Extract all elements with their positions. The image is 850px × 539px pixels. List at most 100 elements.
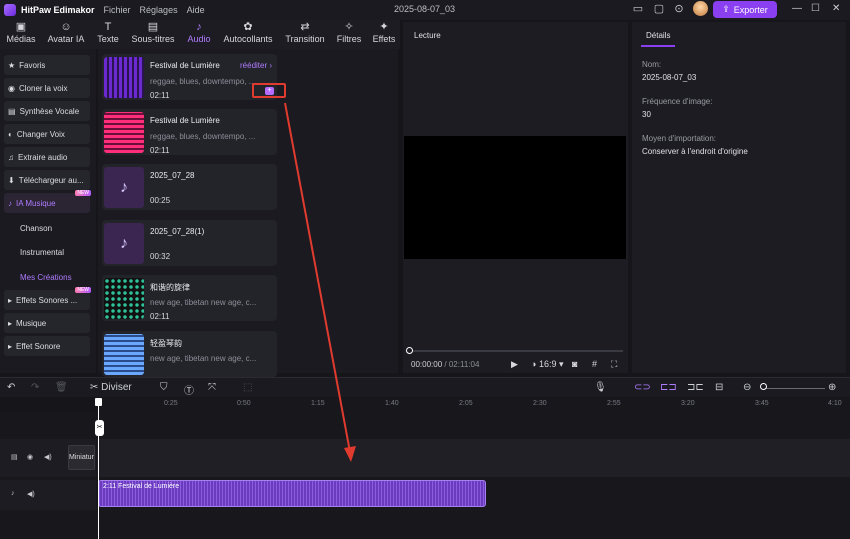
tts-icon: ▤ [8, 106, 16, 116]
snapshot-icon[interactable]: ◙ [572, 359, 577, 369]
split-label: Diviser [101, 382, 132, 393]
avatar-icon: ☺ [60, 21, 72, 33]
audio-list: Festival de Lumière rééditer › reggae, b… [98, 49, 398, 377]
close-icon[interactable]: ✕ [832, 3, 840, 14]
sidebar-item-changer-voix[interactable]: ◐ Changer Voix [4, 124, 90, 144]
new-badge: NEW [75, 190, 91, 196]
tab-sous-titres[interactable]: ▤ Sous-titres [129, 21, 177, 44]
aspect-ratio-dropdown[interactable]: ◑ 16:9 ▾ [531, 359, 564, 370]
download-icon: ⬇ [8, 175, 15, 185]
tab-texte[interactable]: T Texte [95, 21, 121, 44]
sidebar-item-chanson[interactable]: Chanson [4, 218, 90, 238]
tab-label: Sous-titres [131, 34, 175, 44]
add-to-timeline-button[interactable]: + [252, 83, 286, 98]
tab-filtres[interactable]: ✧ Filtres [335, 21, 363, 44]
timeline-ruler[interactable]: 0:25 0:50 1:15 1:40 2:05 2:30 2:55 3:20 … [97, 398, 850, 412]
minimize-icon[interactable]: — [792, 3, 802, 14]
snap-icon[interactable]: ⊐⊏ [687, 382, 704, 393]
magnet-icon[interactable]: ⊏⊐ [660, 382, 677, 393]
sidebar-item-label: Chanson [20, 223, 53, 233]
details-panel: Détails Nom: 2025-08-07_03 Fréquence d'i… [632, 22, 846, 373]
sidebar-item-instrumental[interactable]: Instrumental [4, 242, 90, 262]
list-item[interactable]: ♪ 2025_07_28 00:25 [102, 164, 277, 210]
scissors-icon[interactable]: ✂ [95, 420, 104, 436]
layout-icon[interactable]: ▭ [631, 2, 645, 16]
preview-label: Lecture [414, 31, 441, 40]
shield-icon[interactable]: ⛉ [160, 382, 168, 393]
menu-reglages[interactable]: Réglages [140, 5, 178, 15]
track-layer-icon[interactable]: ▤ [11, 453, 18, 461]
zoom-in-icon[interactable]: ⊕ [828, 382, 836, 393]
feedback-icon[interactable]: ▢ [652, 2, 666, 16]
tab-label: Effets [372, 34, 396, 44]
sidebar-item-favoris[interactable]: ★ Favoris [4, 55, 90, 75]
split-button[interactable]: ✂ Diviser [90, 382, 132, 393]
project-title: 2025-08-07_03 [394, 4, 456, 14]
export-clip-icon[interactable]: ⬚ [243, 382, 252, 393]
preview-scrubber[interactable] [406, 347, 623, 354]
timeline-tracks: ▤ ◉ ◀) ♪ ◀) [0, 412, 850, 539]
tab-effets[interactable]: ✦ Effets [370, 21, 398, 44]
sidebar-item-extraire-audio[interactable]: ♫ Extraire audio [4, 147, 90, 167]
reedit-link[interactable]: rééditer › [240, 61, 272, 70]
scrubber-handle[interactable] [406, 347, 413, 354]
sidebar-item-synthese-vocale[interactable]: ▤ Synthèse Vocale [4, 101, 90, 121]
ruler-tick: 4:10 [828, 400, 842, 407]
tab-medias[interactable]: ▣ Médias [4, 21, 38, 44]
video-track[interactable] [97, 439, 850, 477]
tab-autocollants[interactable]: ✿ Autocollants [221, 21, 275, 44]
text-icon[interactable]: Ⓣ [184, 382, 194, 397]
menu-aide[interactable]: Aide [187, 5, 205, 15]
sidebar-item-label: Synthèse Vocale [19, 106, 80, 116]
zoom-slider[interactable] [765, 388, 825, 389]
download-icon[interactable]: ⊙ [672, 2, 686, 16]
list-item[interactable]: 轻盈琴韵 new age, tibetan new age, c... [102, 331, 277, 377]
tab-label: Avatar IA [47, 34, 85, 44]
play-icon[interactable]: ▶ [511, 359, 518, 370]
sidebar-item-label: Favoris [19, 60, 46, 70]
grid-icon[interactable]: # [592, 359, 597, 369]
zoom-slider-handle[interactable] [760, 383, 767, 390]
link-icon[interactable]: ⊂⊃ [634, 382, 651, 393]
playhead-handle[interactable] [95, 398, 102, 406]
audio-clip[interactable]: 2:11 Festival de Lumière [98, 480, 486, 507]
effects-icon: ✦ [379, 21, 389, 33]
microphone-icon[interactable]: 🎙 [594, 382, 607, 393]
tab-avatar-ia[interactable]: ☺ Avatar IA [45, 21, 87, 44]
caret-right-icon: ▸ [8, 318, 13, 328]
ruler-tick: 2:05 [459, 400, 473, 407]
audio-track-header: ♪ ◀) [0, 480, 96, 510]
text-clip[interactable]: Miniatur [68, 445, 95, 470]
volume-icon[interactable]: ◀) [27, 490, 35, 498]
list-item[interactable]: Festival de Lumière rééditer › reggae, b… [102, 54, 286, 100]
sidebar-item-effet-sonore[interactable]: ▸ Effet Sonore [4, 336, 90, 356]
video-canvas[interactable] [404, 136, 626, 259]
redo-icon[interactable]: ↷ [31, 382, 39, 393]
sidebar-item-musique[interactable]: ▸ Musique [4, 313, 90, 333]
list-item[interactable]: ♪ 2025_07_28(1) 00:32 [102, 220, 277, 266]
microphone-icon: ♫ [8, 152, 14, 162]
fullscreen-icon[interactable]: ⛶ [611, 359, 617, 370]
tab-transition[interactable]: ⇄ Transition [284, 21, 326, 44]
sidebar-item-telechargeur[interactable]: ⬇ Téléchargeur au... [4, 170, 90, 190]
avatar[interactable] [693, 1, 708, 16]
sidebar-item-cloner-voix[interactable]: ◉ Cloner la voix [4, 78, 90, 98]
ripple-icon[interactable]: ⊟ [715, 382, 723, 393]
maximize-icon[interactable]: ☐ [811, 3, 820, 14]
list-item[interactable]: Festival de Lumière reggae, blues, downt… [102, 109, 277, 155]
eye-icon[interactable]: ◉ [27, 453, 33, 461]
sidebar-item-effets-sonores[interactable]: ▸ Effets Sonores ... NEW [4, 287, 91, 310]
sidebar-item-mes-creations[interactable]: Mes Créations [4, 267, 90, 287]
undo-icon[interactable]: ↶ [7, 382, 15, 393]
tab-audio[interactable]: ♪ Audio [185, 21, 213, 44]
volume-icon[interactable]: ◀) [44, 453, 52, 461]
zoom-out-icon[interactable]: ⊖ [743, 382, 751, 393]
tab-details[interactable]: Détails [641, 27, 676, 47]
export-button[interactable]: ⇪ Exporter [713, 1, 777, 18]
menu-fichier[interactable]: Fichier [104, 5, 131, 15]
detail-label: Moyen d'importation: [642, 134, 717, 143]
crop-icon[interactable]: ⤧ [208, 382, 216, 393]
delete-icon[interactable]: 🗑 [55, 382, 68, 393]
list-item[interactable]: 和谐的旋律 new age, tibetan new age, c... 02:… [102, 275, 277, 321]
sidebar-item-ia-musique[interactable]: ♪ IA Musique NEW [4, 190, 91, 213]
